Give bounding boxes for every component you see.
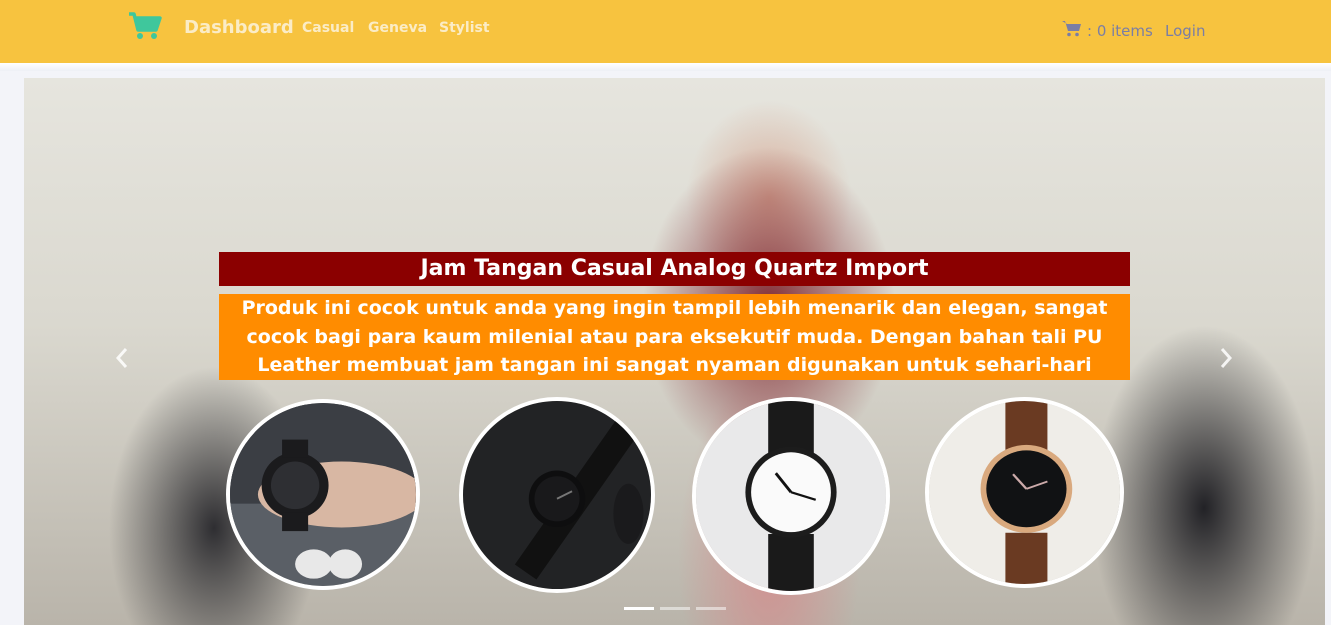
slide-description: Produk ini cocok untuk anda yang ingin t… — [219, 294, 1130, 380]
watch-image-2[interactable] — [459, 397, 655, 593]
watch-image-1[interactable] — [226, 399, 420, 590]
top-navbar: Dashboard Casual Geneva Stylist : 0 item… — [0, 0, 1331, 63]
carousel-indicator-2[interactable] — [660, 607, 690, 610]
chevron-left-icon[interactable] — [114, 346, 130, 370]
nav-dashboard-link[interactable]: Dashboard — [184, 0, 294, 56]
watch-image-4[interactable] — [925, 397, 1124, 588]
hero-carousel: Jam Tangan Casual Analog Quartz Import P… — [24, 78, 1325, 625]
cart-icon[interactable] — [1062, 20, 1082, 37]
slide-title: Jam Tangan Casual Analog Quartz Import — [219, 252, 1130, 286]
navbar-shadow — [0, 63, 1331, 71]
shopping-cart-icon[interactable] — [128, 11, 162, 41]
chevron-right-icon[interactable] — [1218, 346, 1234, 370]
cart-item-count[interactable]: : 0 items — [1087, 0, 1153, 63]
watch-image-3[interactable] — [692, 397, 890, 595]
nav-casual-link[interactable]: Casual — [302, 0, 354, 56]
carousel-indicator-3[interactable] — [696, 607, 726, 610]
nav-geneva-link[interactable]: Geneva — [368, 0, 427, 56]
nav-stylist-link[interactable]: Stylist — [439, 0, 490, 56]
carousel-indicator-1[interactable] — [624, 607, 654, 610]
login-link[interactable]: Login — [1165, 0, 1205, 63]
